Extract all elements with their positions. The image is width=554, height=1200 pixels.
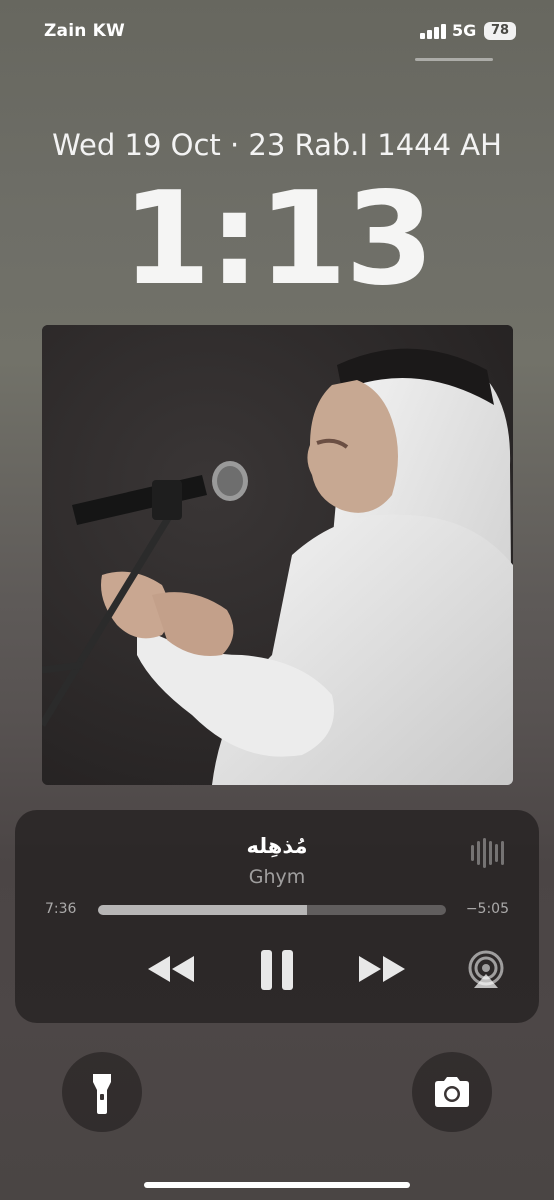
network-type: 5G [452, 21, 477, 40]
playback-scrubber[interactable] [98, 905, 446, 915]
control-center-grabber[interactable] [415, 58, 493, 61]
fast-forward-button[interactable] [357, 953, 407, 985]
flashlight-button[interactable] [62, 1052, 142, 1132]
lock-screen-date: Wed 19 Oct · 23 Rab.I 1444 AH [52, 128, 502, 162]
airplay-icon [468, 950, 504, 988]
cellular-signal-icon [420, 23, 446, 39]
battery-icon: 78 [484, 22, 516, 40]
flashlight-icon [93, 1074, 111, 1114]
rewind-button[interactable] [146, 953, 196, 985]
airplay-button[interactable] [464, 950, 508, 990]
remaining-time: −5:05 [465, 901, 509, 917]
playback-progress-fill [98, 905, 307, 915]
pause-button[interactable] [259, 948, 295, 992]
status-bar: Zain KW 5G 78 [0, 0, 554, 64]
lock-screen-clock: 1:13 [121, 165, 434, 314]
rewind-icon [148, 956, 194, 982]
carrier-name: Zain KW [44, 21, 125, 41]
home-indicator[interactable] [144, 1182, 410, 1188]
track-title[interactable]: مُذهِله [15, 834, 539, 858]
camera-button[interactable] [412, 1052, 492, 1132]
now-playing-panel: مُذهِله Ghym 7:36 −5:05 [15, 810, 539, 1023]
camera-icon [435, 1077, 469, 1107]
pause-icon [261, 950, 293, 990]
track-artist[interactable]: Ghym [15, 866, 539, 888]
album-artwork[interactable] [42, 325, 513, 785]
battery-level: 78 [490, 23, 510, 38]
fast-forward-icon [359, 956, 405, 982]
waveform-icon[interactable] [471, 838, 504, 868]
elapsed-time: 7:36 [45, 901, 77, 917]
